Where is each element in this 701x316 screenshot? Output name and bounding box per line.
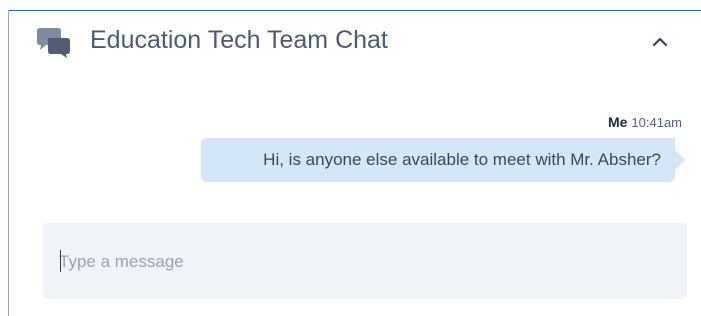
collapse-button[interactable] xyxy=(646,30,674,56)
chat-bubbles-icon xyxy=(34,27,74,59)
message-timestamp: 10:41am xyxy=(631,115,682,130)
message-meta: Me 10:41am xyxy=(608,114,682,130)
message-sender: Me xyxy=(607,114,628,130)
message-text: Hi, is anyone else available to meet wit… xyxy=(263,150,661,169)
text-caret xyxy=(60,250,61,272)
message-bubble-tail xyxy=(675,150,685,170)
chat-panel: Education Tech Team Chat Me 10:41am Hi, i… xyxy=(0,0,701,316)
message-bubble: Hi, is anyone else available to meet wit… xyxy=(201,138,675,182)
message-input[interactable] xyxy=(59,249,659,275)
chat-title: Education Tech Team Chat xyxy=(90,26,388,54)
chevron-up-icon xyxy=(652,34,668,52)
message-composer xyxy=(43,223,687,299)
